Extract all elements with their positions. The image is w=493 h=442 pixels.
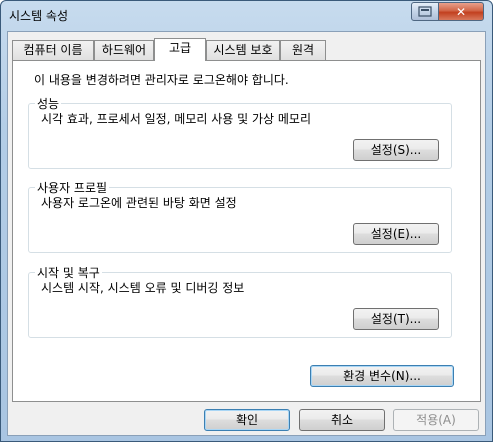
environment-variables-button[interactable]: 환경 변수(N)...	[310, 365, 454, 387]
cancel-button[interactable]: 취소	[299, 409, 385, 431]
performance-description: 시각 효과, 프로세서 일정, 메모리 사용 및 가상 메모리	[41, 112, 311, 126]
user-profiles-group: 사용자 프로필 사용자 로그온에 관련된 바탕 화면 설정 설정(E)...	[28, 179, 452, 253]
tab-remote[interactable]: 원격	[280, 40, 326, 60]
performance-group: 성능 시각 효과, 프로세서 일정, 메모리 사용 및 가상 메모리 설정(S)…	[28, 95, 452, 169]
tab-hardware[interactable]: 하드웨어	[94, 40, 154, 60]
close-button[interactable]: ✕	[438, 2, 484, 21]
user-profiles-description: 사용자 로그온에 관련된 바탕 화면 설정	[41, 196, 237, 210]
system-properties-window: 시스템 속성 ✕ 컴퓨터 이름 하드웨어 고급 시스템 보호 원격 이 내용을 …	[0, 0, 493, 442]
admin-notice: 이 내용을 변경하려면 관리자로 로그온해야 합니다.	[34, 73, 289, 87]
tab-system-protection[interactable]: 시스템 보호	[206, 40, 280, 60]
title-bar[interactable]: 시스템 속성 ✕	[1, 1, 492, 29]
tab-computer-name[interactable]: 컴퓨터 이름	[12, 40, 94, 60]
startup-recovery-settings-button[interactable]: 설정(T)...	[353, 308, 439, 330]
ok-button[interactable]: 확인	[204, 409, 290, 431]
window-title: 시스템 속성	[9, 9, 69, 23]
dialog-client-area: 컴퓨터 이름 하드웨어 고급 시스템 보호 원격 이 내용을 변경하려면 관리자…	[7, 31, 486, 436]
tab-advanced[interactable]: 고급	[154, 38, 206, 61]
performance-settings-button[interactable]: 설정(S)...	[353, 139, 439, 161]
startup-recovery-description: 시스템 시작, 시스템 오류 및 디버깅 정보	[41, 281, 245, 295]
advanced-tab-panel: 이 내용을 변경하려면 관리자로 로그온해야 합니다. 성능 시각 효과, 프로…	[12, 60, 481, 402]
user-profiles-settings-button[interactable]: 설정(E)...	[353, 223, 439, 245]
startup-recovery-group: 시작 및 복구 시스템 시작, 시스템 오류 및 디버깅 정보 설정(T)...	[28, 264, 452, 338]
close-icon: ✕	[455, 4, 467, 19]
help-icon-glyph	[418, 6, 432, 17]
apply-button[interactable]: 적용(A)	[393, 409, 479, 431]
help-icon[interactable]	[411, 2, 439, 21]
